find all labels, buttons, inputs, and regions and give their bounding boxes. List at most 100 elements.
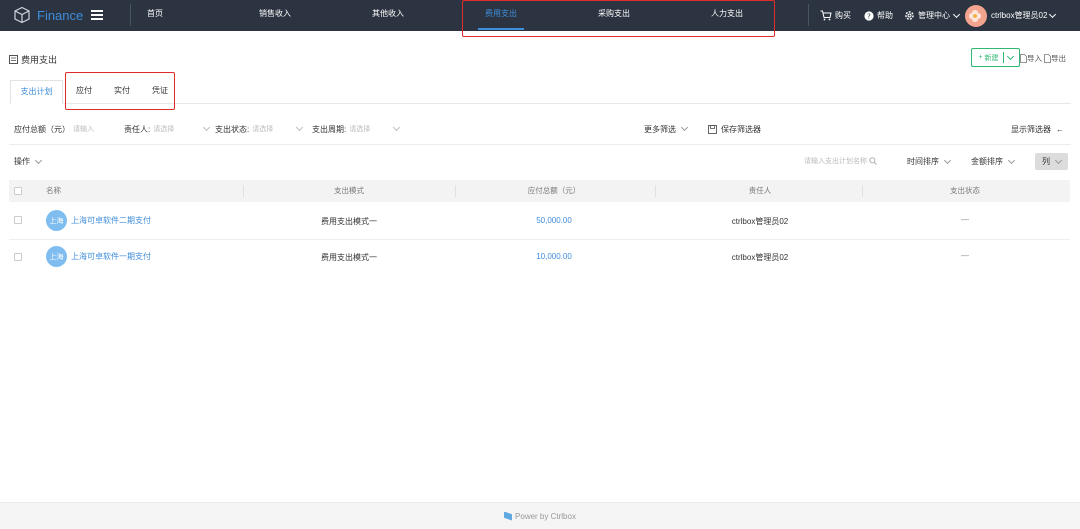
tab-paid[interactable]: 实付 [103,80,141,104]
filter-owner[interactable]: 责任人: 请选择 [124,122,211,136]
export-label: 导出 [1051,54,1066,63]
divider [455,185,456,197]
export-button[interactable]: 导出 [1044,53,1066,64]
row-status: — [961,215,969,224]
tab-voucher[interactable]: 凭证 [141,80,179,104]
nav-purchase[interactable]: 采购支出 [591,0,637,31]
filter-amount-input[interactable]: 请输入 [73,124,94,134]
show-filter-button[interactable]: 显示筛选器 ← [1011,122,1064,136]
nav-hr[interactable]: 人力支出 [704,0,750,31]
hamburger-menu-icon[interactable] [91,10,104,20]
search-icon[interactable] [869,157,877,165]
chevron-down-icon[interactable] [1006,52,1014,60]
arrow-left-icon: ← [1056,124,1064,134]
search-placeholder: 请输入支出计划名称 [804,158,867,165]
filter-period-select[interactable]: 请选择 [349,124,370,134]
nav-expense[interactable]: 费用支出 [478,0,524,31]
more-filters-button[interactable]: 更多筛选 [644,122,689,136]
divider [243,185,244,197]
chevron-down-icon [296,123,304,132]
search-input[interactable]: 请输入支出计划名称 [804,156,877,166]
row-name[interactable]: 上海 上海可卓软件二期支付 [46,210,151,231]
save-filter-label: 保存筛选器 [721,124,761,134]
row-checkbox[interactable] [14,253,22,261]
time-sort-button[interactable]: 时间排序 [907,156,952,167]
operate-label: 操作 [14,157,30,166]
export-icon [1044,54,1051,63]
plus-icon: + [978,54,983,61]
row-name-link[interactable]: 上海可卓软件二期支付 [71,215,151,226]
cart-icon [820,10,832,21]
flower-avatar-icon [968,9,981,22]
import-button[interactable]: 导入 [1020,53,1042,64]
import-label: 导入 [1027,54,1042,63]
filter-amount-label: 应付总额（元） [14,124,70,134]
header-amount[interactable]: 应付总额（元） [528,180,581,202]
header-name[interactable]: 名称 [46,180,61,202]
nav-other-income[interactable]: 其他收入 [365,0,411,31]
save-filter-button[interactable]: 保存筛选器 [708,122,761,136]
columns-button[interactable]: 列 [1035,153,1068,170]
row-avatar: 上海 [46,246,67,267]
row-owner: ctrlbox管理员02 [731,217,789,226]
show-filter-label: 显示筛选器 [1011,124,1051,134]
amount-sort-button[interactable]: 金额排序 [971,156,1016,167]
time-sort-label: 时间排序 [907,157,939,166]
row-amount: 50,000.00 [536,216,572,225]
save-icon [708,124,717,134]
row-owner: ctrlbox管理员02 [731,253,789,262]
divider [862,185,863,197]
buy-button[interactable]: 购买 [820,0,851,31]
filter-owner-select[interactable]: 请选择 [153,124,174,134]
filter-status[interactable]: 支出状态: 请选择 [215,122,304,136]
filter-status-label: 支出状态: [215,124,250,134]
new-button[interactable]: + 新建 [971,48,1020,67]
gear-icon [905,11,914,20]
chevron-down-icon [34,156,43,164]
user-menu[interactable]: ctrlbox管理员02 [965,0,1057,31]
divider [655,185,656,197]
row-status: — [961,251,969,260]
admin-center-label: 管理中心 [918,11,950,20]
filter-status-select[interactable]: 请选择 [252,124,273,134]
filter-period[interactable]: 支出周期: 请选择 [312,122,401,136]
cube-logo-icon [14,6,30,24]
chevron-down-icon [680,123,689,132]
header-status[interactable]: 支出状态 [950,180,980,202]
user-name: ctrlbox管理员02 [991,11,1048,20]
row-avatar: 上海 [46,210,67,231]
footer: Power by Ctrlbox [0,502,1080,529]
nav-sales-income[interactable]: 销售收入 [252,0,298,31]
row-mode: 费用支出模式一 [321,217,377,226]
help-button[interactable]: ? 帮助 [864,0,893,31]
help-icon: ? [864,10,874,21]
row-amount: 10,000.00 [536,252,572,261]
import-icon [1020,54,1027,63]
row-mode: 费用支出模式一 [321,253,377,262]
divider [1002,52,1004,63]
row-name[interactable]: 上海 上海可卓软件一期支付 [46,246,151,267]
document-icon [9,55,18,64]
chevron-down-icon [1007,156,1016,164]
columns-label: 列 [1042,157,1050,166]
header-mode[interactable]: 支出模式 [334,180,364,202]
row-checkbox[interactable] [14,216,22,224]
more-filters-label: 更多筛选 [644,124,676,134]
chevron-down-icon [1054,156,1063,164]
ctrlbox-logo-icon [504,511,513,521]
row-name-link[interactable]: 上海可卓软件一期支付 [71,251,151,262]
admin-center-menu[interactable]: 管理中心 [904,0,961,31]
new-button-label: 新建 [984,54,999,62]
tab-payable[interactable]: 应付 [66,80,102,104]
filter-amount[interactable]: 应付总额（元） 请输入 [14,122,94,136]
brand[interactable]: Finance [13,6,104,24]
divider [9,144,1071,145]
chevron-down-icon [952,10,961,18]
header-owner[interactable]: 责任人 [749,180,772,202]
operate-menu[interactable]: 操作 [14,156,43,167]
tab-plan[interactable]: 支出计划 [10,80,63,104]
nav-home[interactable]: 首页 [139,0,171,31]
filter-period-label: 支出周期: [312,124,347,134]
chevron-down-icon [393,123,401,132]
select-all-checkbox[interactable] [14,187,22,195]
